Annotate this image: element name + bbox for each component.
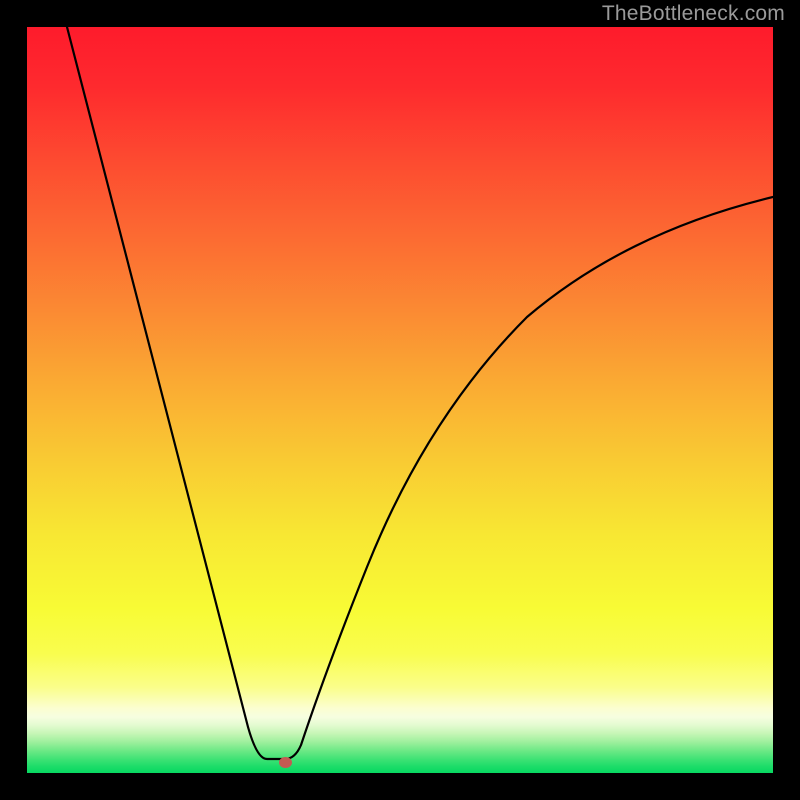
chart-marker-dot (279, 757, 292, 768)
chart-frame (27, 27, 773, 773)
watermark-text: TheBottleneck.com (602, 2, 785, 26)
chart-background-gradient (27, 27, 773, 773)
